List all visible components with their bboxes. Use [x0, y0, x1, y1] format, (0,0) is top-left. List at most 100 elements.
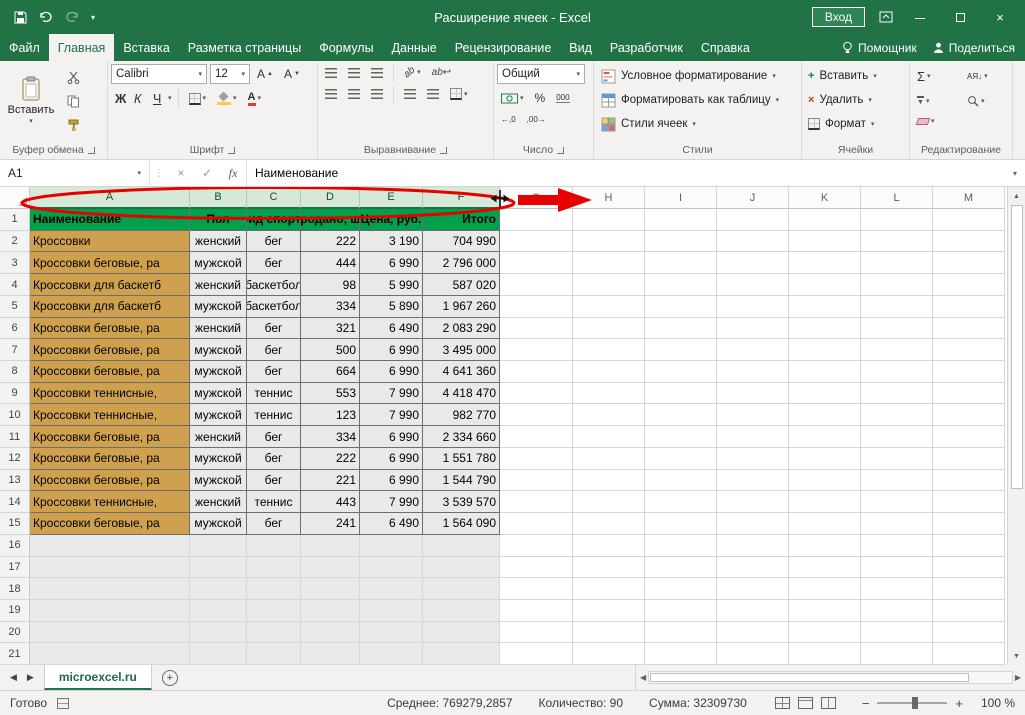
row-header-5[interactable]: 5: [0, 296, 30, 318]
number-format-select[interactable]: Общий ▾: [497, 64, 585, 84]
cell-D6[interactable]: 321: [301, 318, 360, 340]
formula-bar-resize-handle[interactable]: ⋮: [150, 160, 168, 186]
increase-indent-button[interactable]: [423, 86, 443, 102]
share-button[interactable]: Поделиться: [933, 41, 1015, 55]
cell-I17[interactable]: [645, 557, 717, 579]
cell-A7[interactable]: Кроссовки беговые, ра: [30, 339, 190, 361]
cell-B2[interactable]: женский: [190, 231, 247, 253]
cell-E21[interactable]: [360, 643, 423, 665]
cell-L16[interactable]: [861, 535, 933, 557]
column-header-C[interactable]: C: [247, 187, 301, 209]
cell-L8[interactable]: [861, 361, 933, 383]
qat-customize-icon[interactable]: ▾: [91, 13, 95, 22]
cell-C18[interactable]: [247, 578, 301, 600]
cell-G19[interactable]: [500, 600, 573, 622]
cell-A11[interactable]: Кроссовки беговые, ра: [30, 426, 190, 448]
cell-G17[interactable]: [500, 557, 573, 579]
tab-формулы[interactable]: Формулы: [310, 34, 382, 61]
tab-вставка[interactable]: Вставка: [114, 34, 178, 61]
cell-G5[interactable]: [500, 296, 573, 318]
cell-D17[interactable]: [301, 557, 360, 579]
insert-function-button[interactable]: fx: [220, 160, 246, 186]
cell-J5[interactable]: [717, 296, 789, 318]
cell-J6[interactable]: [717, 318, 789, 340]
align-center-button[interactable]: [344, 86, 364, 102]
cell-I3[interactable]: [645, 252, 717, 274]
cell-A2[interactable]: Кроссовки: [30, 231, 190, 253]
cell-F6[interactable]: 2 083 290: [423, 318, 500, 340]
cell-G10[interactable]: [500, 404, 573, 426]
page-break-view-icon[interactable]: [821, 697, 836, 709]
cell-D21[interactable]: [301, 643, 360, 665]
horizontal-scrollbar[interactable]: ◀ ▶: [635, 665, 1025, 690]
delete-cells-button[interactable]: × Удалить ▾: [805, 88, 906, 112]
cell-G6[interactable]: [500, 318, 573, 340]
row-header-10[interactable]: 10: [0, 404, 30, 426]
cell-C17[interactable]: [247, 557, 301, 579]
column-header-J[interactable]: J: [717, 187, 789, 209]
cell-H3[interactable]: [573, 252, 645, 274]
cell-I7[interactable]: [645, 339, 717, 361]
format-painter-button[interactable]: [63, 116, 84, 135]
cell-I21[interactable]: [645, 643, 717, 665]
select-all-button[interactable]: [0, 187, 30, 209]
cell-L21[interactable]: [861, 643, 933, 665]
cell-J18[interactable]: [717, 578, 789, 600]
bold-button[interactable]: Ж: [111, 89, 127, 109]
cell-C2[interactable]: бег: [247, 231, 301, 253]
cell-I8[interactable]: [645, 361, 717, 383]
cell-L2[interactable]: [861, 231, 933, 253]
cell-M18[interactable]: [933, 578, 1005, 600]
cell-A8[interactable]: Кроссовки беговые, ра: [30, 361, 190, 383]
normal-view-icon[interactable]: [775, 697, 790, 709]
cell-K11[interactable]: [789, 426, 861, 448]
currency-format-button[interactable]: ▾: [497, 90, 528, 107]
column-header-G[interactable]: G: [500, 187, 573, 209]
cell-F21[interactable]: [423, 643, 500, 665]
cell-A19[interactable]: [30, 600, 190, 622]
cell-B20[interactable]: [190, 622, 247, 644]
cell-C8[interactable]: бег: [247, 361, 301, 383]
cell-E20[interactable]: [360, 622, 423, 644]
cell-E6[interactable]: 6 490: [360, 318, 423, 340]
row-header-13[interactable]: 13: [0, 470, 30, 492]
cell-I12[interactable]: [645, 448, 717, 470]
cell-D12[interactable]: 222: [301, 448, 360, 470]
sort-filter-button[interactable]: АЯ↓▾: [963, 66, 1009, 87]
tab-главная[interactable]: Главная: [49, 34, 115, 61]
cell-F20[interactable]: [423, 622, 500, 644]
cell-H11[interactable]: [573, 426, 645, 448]
cell-D5[interactable]: 334: [301, 296, 360, 318]
cell-D19[interactable]: [301, 600, 360, 622]
cell-D8[interactable]: 664: [301, 361, 360, 383]
cell-F2[interactable]: 704 990: [423, 231, 500, 253]
cell-M1[interactable]: [933, 209, 1005, 231]
cell-B17[interactable]: [190, 557, 247, 579]
row-header-1[interactable]: 1: [0, 209, 30, 231]
cell-K13[interactable]: [789, 470, 861, 492]
cell-F4[interactable]: 587 020: [423, 274, 500, 296]
cell-M5[interactable]: [933, 296, 1005, 318]
ribbon-display-options-icon[interactable]: [879, 11, 893, 23]
align-bottom-button[interactable]: [367, 65, 387, 81]
cell-C1[interactable]: Вид спорта: [247, 209, 301, 231]
cell-B10[interactable]: мужской: [190, 404, 247, 426]
cell-C15[interactable]: бег: [247, 513, 301, 535]
cell-M2[interactable]: [933, 231, 1005, 253]
cell-A3[interactable]: Кроссовки беговые, ра: [30, 252, 190, 274]
cell-C4[interactable]: баскетбол: [247, 274, 301, 296]
insert-cells-button[interactable]: + Вставить ▾: [805, 64, 906, 88]
cell-J3[interactable]: [717, 252, 789, 274]
font-dialog-launcher-icon[interactable]: [228, 147, 235, 154]
cell-M3[interactable]: [933, 252, 1005, 274]
row-header-18[interactable]: 18: [0, 578, 30, 600]
cell-L14[interactable]: [861, 491, 933, 513]
cell-D18[interactable]: [301, 578, 360, 600]
column-header-B[interactable]: B: [190, 187, 247, 209]
decrease-decimal-button[interactable]: ,00→: [523, 112, 550, 127]
cell-C10[interactable]: теннис: [247, 404, 301, 426]
cell-K8[interactable]: [789, 361, 861, 383]
italic-button[interactable]: К: [130, 89, 146, 109]
cell-K14[interactable]: [789, 491, 861, 513]
cell-J14[interactable]: [717, 491, 789, 513]
